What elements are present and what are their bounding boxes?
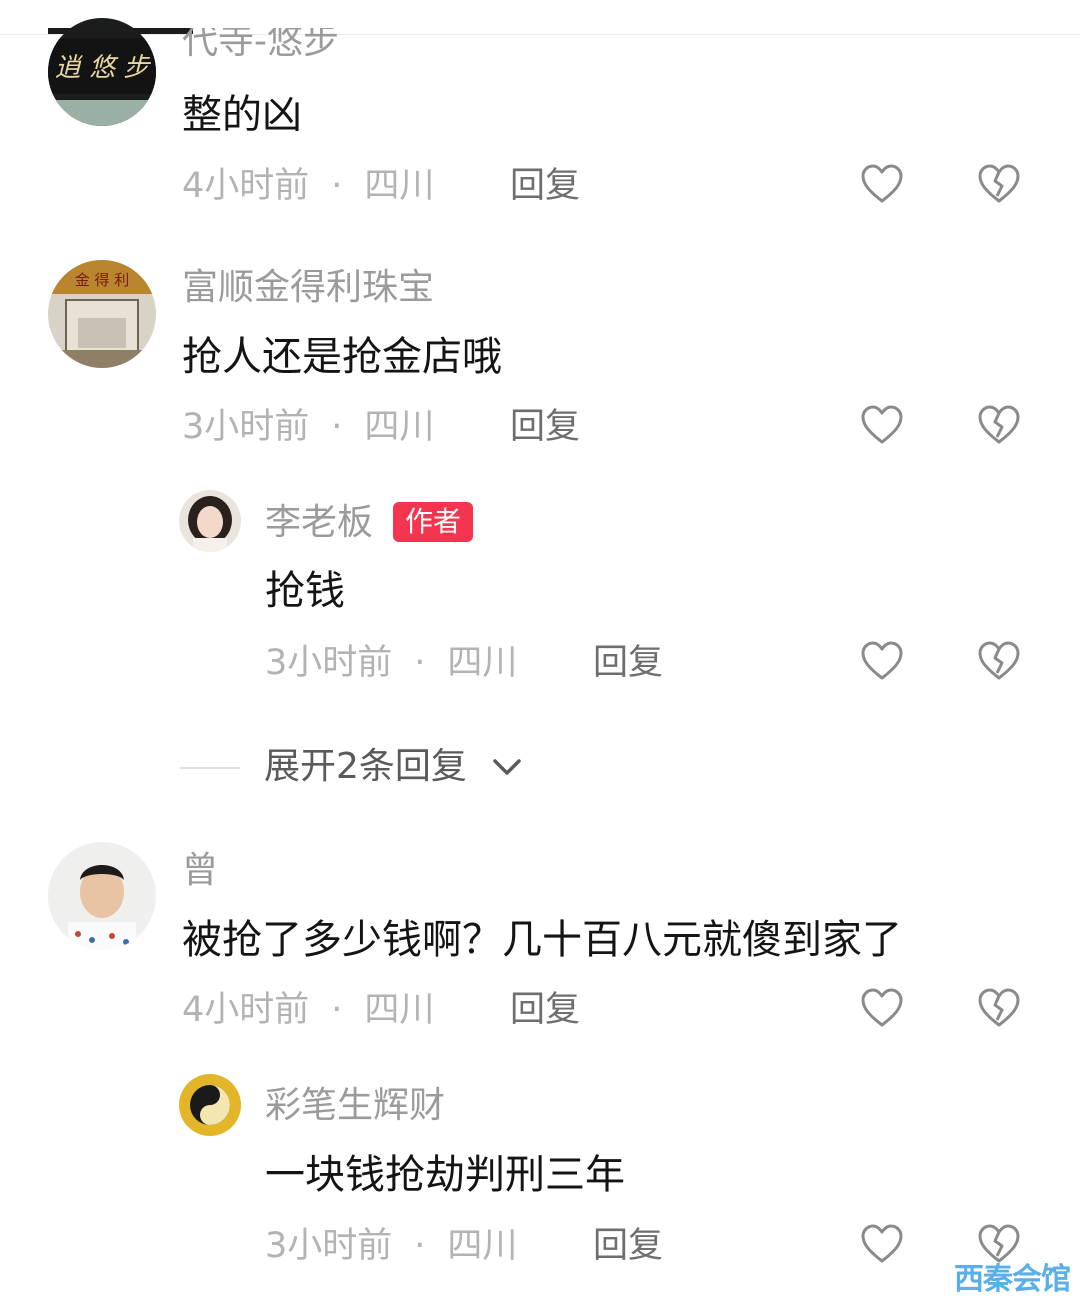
heart-outline-icon[interactable] xyxy=(859,638,905,684)
comment-text: 整的凶 xyxy=(182,92,302,138)
comment-text: 抢人还是抢金店哦 xyxy=(182,334,502,380)
comment-username[interactable]: 富顺金得利珠宝 xyxy=(182,268,434,308)
expand-replies-label[interactable]: 展开2条回复 xyxy=(264,747,467,787)
comment-username[interactable]: 李老板 xyxy=(265,503,373,543)
heart-outline-icon[interactable] xyxy=(859,985,905,1031)
top-divider xyxy=(0,34,1080,35)
comment-time: 4小时前 xyxy=(182,990,310,1030)
comment-time: 3小时前 xyxy=(265,643,393,683)
heart-outline-icon[interactable] xyxy=(859,1221,905,1267)
avatar[interactable]: 金 得 利 xyxy=(48,260,156,368)
broken-heart-icon[interactable] xyxy=(976,985,1022,1031)
comment-text: 被抢了多少钱啊？几十百八元就傻到家了 xyxy=(182,917,902,963)
meta-separator: · xyxy=(331,990,343,1030)
comment-text: 抢钱 xyxy=(265,568,345,614)
meta-separator: · xyxy=(331,166,343,206)
comment-location: 四川 xyxy=(364,990,435,1030)
meta-separator: · xyxy=(414,643,426,683)
comment-location: 四川 xyxy=(364,166,435,206)
reply-button[interactable]: 回复 xyxy=(510,990,580,1030)
reply-button[interactable]: 回复 xyxy=(593,1226,663,1266)
avatar[interactable] xyxy=(179,490,241,552)
watermark: 西秦会馆 xyxy=(954,1262,1071,1297)
reply-button[interactable]: 回复 xyxy=(593,643,663,683)
comment-meta: 4小时前 · 四川 xyxy=(182,166,434,206)
comment-username[interactable]: 彩笔生辉财 xyxy=(265,1086,445,1126)
meta-separator: · xyxy=(414,1226,426,1266)
avatar-sign-text: 逍 悠 步 xyxy=(55,53,152,83)
broken-heart-icon[interactable] xyxy=(976,402,1022,448)
reply-button[interactable]: 回复 xyxy=(510,407,580,447)
comment-location: 四川 xyxy=(447,643,518,683)
comment-username[interactable]: 曾 xyxy=(182,851,218,891)
chevron-down-icon[interactable] xyxy=(490,752,524,782)
comment-username[interactable]: 代寺-悠步 xyxy=(182,28,339,62)
avatar[interactable] xyxy=(48,842,156,950)
comment-location: 四川 xyxy=(364,407,435,447)
heart-outline-icon[interactable] xyxy=(859,161,905,207)
meta-separator: · xyxy=(331,407,343,447)
broken-heart-icon[interactable] xyxy=(976,161,1022,207)
comment-text: 一块钱抢劫判刑三年 xyxy=(265,1152,625,1198)
comment-meta: 3小时前 · 四川 xyxy=(265,1226,517,1266)
comment-meta: 4小时前 · 四川 xyxy=(182,990,434,1030)
comment-time: 4小时前 xyxy=(182,166,310,206)
comment-meta: 3小时前 · 四川 xyxy=(265,643,517,683)
broken-heart-icon[interactable] xyxy=(976,638,1022,684)
comment-time: 3小时前 xyxy=(265,1226,393,1266)
reply-button[interactable]: 回复 xyxy=(510,166,580,206)
expand-divider xyxy=(180,767,240,769)
comment-meta: 3小时前 · 四川 xyxy=(182,407,434,447)
avatar[interactable]: 逍 悠 步 xyxy=(48,18,156,126)
comment-time: 3小时前 xyxy=(182,407,310,447)
avatar[interactable] xyxy=(179,1074,241,1136)
avatar-sign-text: 金 得 利 xyxy=(75,271,130,289)
author-badge: 作者 xyxy=(393,502,474,542)
comment-location: 四川 xyxy=(447,1226,518,1266)
heart-outline-icon[interactable] xyxy=(859,402,905,448)
